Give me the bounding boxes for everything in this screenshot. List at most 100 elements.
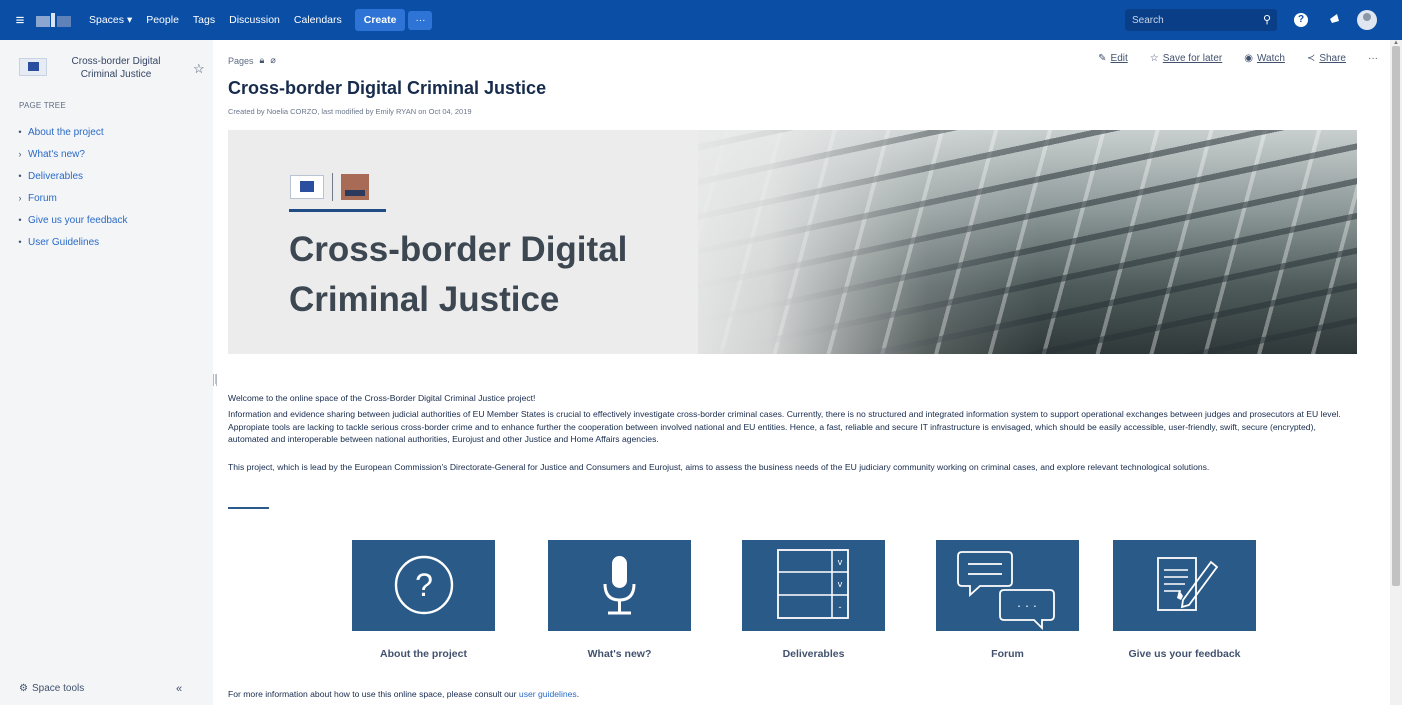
tile-deliverables[interactable]: v v -	[742, 540, 885, 631]
page-tree: • About the project › What's new? • Deliver…	[17, 121, 128, 253]
table-mark-3: -	[839, 602, 842, 612]
share-icon: ≺	[1306, 53, 1316, 64]
footer-prefix: For more information about how to use th…	[228, 689, 519, 699]
page-scrollbar[interactable]: ▲	[1390, 40, 1402, 705]
banner-underline	[289, 209, 386, 212]
gear-icon: ⚙	[19, 683, 28, 694]
svg-text:?: ?	[415, 567, 433, 603]
tile-whats-new[interactable]	[548, 540, 691, 631]
page-actions: ✎ Edit ☆ Save for later ◉ Watch ≺ Share ···	[1098, 53, 1378, 64]
save-label: Save for later	[1162, 53, 1223, 64]
collapse-sidebar-icon[interactable]: «	[176, 683, 182, 695]
user-guidelines-link[interactable]: user guidelines	[519, 689, 577, 699]
search-placeholder: Search	[1132, 14, 1164, 26]
space-name[interactable]: Cross-border Digital Criminal Justice	[61, 55, 171, 81]
tile-forum-label[interactable]: Forum	[936, 648, 1079, 660]
chat-icon: · · ·	[957, 551, 1055, 631]
save-for-later-button[interactable]: ☆ Save for later	[1150, 53, 1222, 64]
tile-feedback-label[interactable]: Give us your feedback	[1113, 648, 1256, 660]
breadcrumb-pages[interactable]: Pages	[228, 56, 254, 66]
page-tree-item-label[interactable]: Give us your feedback	[28, 215, 128, 226]
share-button[interactable]: ≺ Share	[1307, 53, 1346, 64]
european-commission-logo	[290, 175, 324, 199]
bullet-icon: •	[18, 171, 22, 181]
space-logo[interactable]	[19, 58, 47, 76]
page-tree-item-guidelines[interactable]: • User Guidelines	[17, 231, 128, 253]
table-icon: v v -	[777, 549, 849, 619]
tile-deliverables-label[interactable]: Deliverables	[742, 648, 885, 660]
edit-label: Edit	[1110, 53, 1128, 64]
top-navigation: ≡ Spaces ▾ People Tags Discussion Calend…	[0, 0, 1402, 40]
megaphone-icon	[1330, 14, 1339, 23]
nav-calendars[interactable]: Calendars	[287, 14, 349, 26]
nav-people[interactable]: People	[139, 14, 186, 26]
banner-image: Cross-border Digital Criminal Justice	[228, 130, 1357, 354]
nav-tags[interactable]: Tags	[186, 14, 222, 26]
share-label: Share	[1319, 53, 1346, 64]
notifications-icon[interactable]	[1326, 11, 1344, 29]
space-header[interactable]: Cross-border Digital Criminal Justice ☆	[19, 55, 209, 95]
question-icon: ?	[394, 555, 454, 615]
star-icon[interactable]: ☆	[193, 61, 205, 77]
page-tree-item-label[interactable]: What's new?	[28, 149, 85, 160]
scrollbar-thumb[interactable]	[1392, 46, 1400, 586]
footer-suffix: .	[576, 689, 580, 699]
banner-title: Cross-border Digital Criminal Justice	[289, 225, 627, 325]
more-actions-button[interactable]: ···	[1368, 53, 1378, 64]
page-tree-item-label[interactable]: User Guidelines	[28, 237, 99, 248]
chevron-right-icon[interactable]: ›	[17, 149, 23, 159]
watch-button[interactable]: ◉ Watch	[1244, 53, 1285, 64]
page-tree-item-deliverables[interactable]: • Deliverables	[17, 165, 128, 187]
pencil-icon: ✎	[1098, 53, 1107, 64]
page-tree-item-whats-new[interactable]: › What's new?	[17, 143, 128, 165]
avatar[interactable]	[1357, 10, 1377, 30]
page-tree-item-forum[interactable]: › Forum	[17, 187, 128, 209]
page-title: Cross-border Digital Criminal Justice	[228, 78, 547, 98]
nav-discussion[interactable]: Discussion	[222, 14, 287, 26]
attachment-icon[interactable]: ⌀	[270, 55, 275, 66]
table-mark-1: v	[838, 557, 843, 567]
bullet-icon: •	[18, 215, 22, 225]
tile-feedback[interactable]	[1113, 540, 1256, 631]
info-text: Information and evidence sharing between…	[228, 409, 1341, 445]
edit-button[interactable]: ✎ Edit	[1098, 53, 1128, 64]
table-mark-2: v	[838, 579, 843, 589]
star-icon: ☆	[1149, 53, 1159, 64]
logo-icon	[36, 13, 71, 27]
eye-icon: ◉	[1244, 53, 1253, 64]
space-tools-button[interactable]: ⚙ Space tools	[19, 683, 84, 694]
tile-about-project[interactable]: ?	[352, 540, 495, 631]
create-button[interactable]: Create	[354, 9, 406, 31]
more-create-button[interactable]: ···	[408, 10, 433, 30]
drag-handle[interactable]	[215, 374, 218, 384]
page-byline: Created by Noelia CORZO, last modified b…	[228, 107, 472, 116]
breadcrumb: Pages 🔒︎ ⌀	[228, 55, 276, 66]
tile-forum[interactable]: · · ·	[936, 540, 1079, 631]
bullet-icon: •	[18, 127, 22, 137]
space-tools-label: Space tools	[31, 683, 85, 694]
page-tree-item-label[interactable]: Forum	[28, 193, 57, 204]
menu-icon[interactable]: ≡	[6, 12, 34, 29]
logo-divider	[332, 173, 333, 201]
page-tree-title: PAGE TREE	[19, 101, 66, 110]
feedback-icon	[1157, 557, 1219, 611]
help-icon[interactable]: ?	[1294, 13, 1308, 27]
banner-logos	[290, 173, 369, 201]
chevron-right-icon[interactable]: ›	[17, 193, 23, 203]
page-tree-item-label[interactable]: About the project	[28, 127, 104, 138]
tile-about-project-label[interactable]: About the project	[352, 648, 495, 660]
banner-title-line2: Criminal Justice	[289, 280, 560, 319]
page-tree-item-feedback[interactable]: • Give us your feedback	[17, 209, 128, 231]
page-tree-item-label[interactable]: Deliverables	[28, 171, 83, 182]
chat-dots: · · ·	[1017, 598, 1037, 613]
search-icon[interactable]: ⚲	[1263, 13, 1271, 26]
nav-spaces[interactable]: Spaces ▾	[82, 14, 139, 26]
page-tree-item-about[interactable]: • About the project	[17, 121, 128, 143]
tile-whats-new-label[interactable]: What's new?	[548, 648, 691, 660]
app-logo[interactable]	[34, 10, 78, 30]
welcome-text: Welcome to the online space of the Cross…	[228, 393, 536, 403]
banner-title-line1: Cross-border Digital	[289, 230, 628, 269]
restrictions-icon[interactable]: 🔒︎	[260, 55, 265, 66]
eurojust-logo	[341, 174, 369, 200]
search-input[interactable]: Search ⚲	[1125, 9, 1277, 31]
